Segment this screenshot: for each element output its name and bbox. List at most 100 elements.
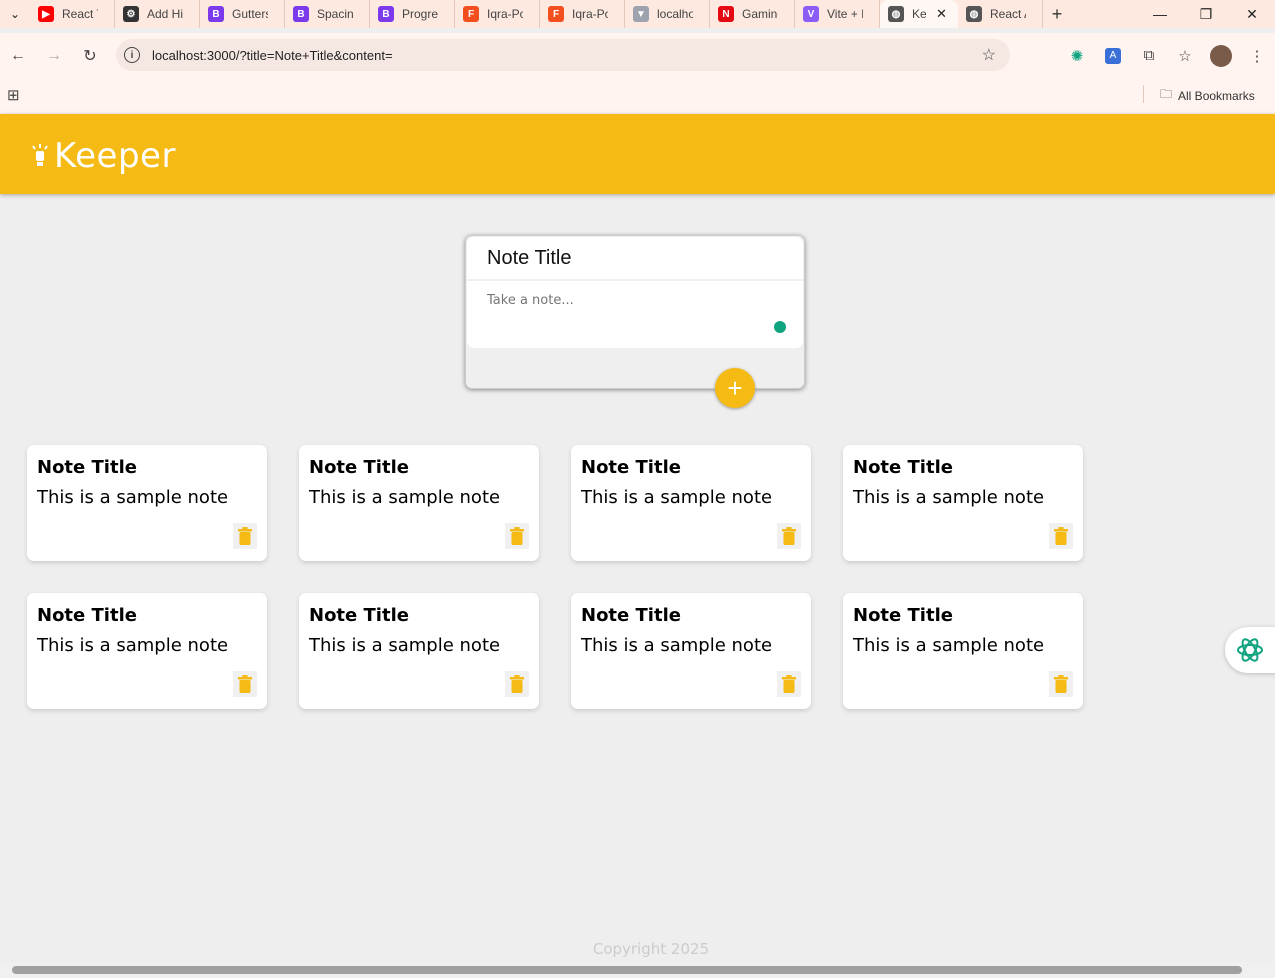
folder-icon: 🗀 (1160, 87, 1173, 101)
note-title: Note Title (853, 457, 953, 478)
minimize-button[interactable]: — (1137, 0, 1183, 28)
tab-title: localho (657, 7, 693, 21)
restore-button[interactable]: ❐ (1183, 0, 1229, 28)
trash-icon (510, 675, 524, 693)
note-content: This is a sample note (853, 635, 1045, 656)
browser-tab[interactable]: F Iqra-Po (455, 0, 540, 28)
address-bar[interactable]: i localhost:3000/?title=Note+Title&conte… (116, 39, 1010, 71)
note-content: This is a sample note (37, 487, 229, 508)
tab-favicon-icon: V (803, 6, 819, 22)
more-menu-icon[interactable]: ⋮ (1239, 47, 1275, 65)
delete-note-button[interactable] (505, 671, 529, 697)
tab-title: Spacing (317, 7, 353, 21)
openai-icon (1237, 638, 1263, 662)
all-bookmarks-button[interactable]: 🗀 All Bookmarks (1160, 85, 1255, 106)
tab-search-button[interactable]: ⌄ (0, 0, 30, 28)
browser-tab[interactable]: B Spacing (285, 0, 370, 28)
site-info-icon[interactable]: i (124, 47, 140, 63)
browser-tab[interactable]: ◍ Ke ✕ (880, 0, 958, 28)
bookmarks-bar: ⊞ 🗀 All Bookmarks (0, 78, 1275, 114)
note-title: Note Title (581, 457, 681, 478)
tab-title: Iqra-Po (487, 7, 523, 21)
new-tab-button[interactable]: + (1043, 4, 1071, 25)
note-content: This is a sample note (309, 487, 501, 508)
tab-favicon-icon: ▶ (38, 6, 54, 22)
tab-title: Gutters (232, 7, 268, 21)
tab-title: Add Hi (147, 7, 183, 21)
tab-title: React T (62, 7, 98, 21)
note-card: Note Title This is a sample note (843, 445, 1083, 561)
tab-favicon-icon: B (208, 6, 224, 22)
browser-tab[interactable]: ◍ React A (958, 0, 1043, 28)
close-tab-icon[interactable]: ✕ (936, 6, 947, 22)
trash-icon (510, 527, 524, 545)
back-button[interactable]: ← (0, 38, 36, 74)
browser-tab[interactable]: B Gutters (200, 0, 285, 28)
tab-favicon-icon: B (293, 6, 309, 22)
bulb-icon (32, 144, 48, 166)
tab-title: Progre (402, 7, 438, 21)
extension-icons: ✺ A ⧉ ☆ ⋮ (1059, 33, 1275, 78)
app-header: Keeper (0, 114, 1275, 194)
delete-note-button[interactable] (233, 671, 257, 697)
bookmarks-manager-icon[interactable]: ☆ (1167, 47, 1203, 65)
browser-toolbar: ← → ↻ i localhost:3000/?title=Note+Title… (0, 33, 1275, 78)
chatgpt-sidebar-button[interactable] (1225, 627, 1275, 673)
note-card: Note Title This is a sample note (27, 593, 267, 709)
note-card: Note Title This is a sample note (299, 445, 539, 561)
tab-favicon-icon: ▼ (633, 6, 649, 22)
note-card: Note Title This is a sample note (299, 593, 539, 709)
tab-favicon-icon: ⚙ (123, 6, 139, 22)
browser-tab[interactable]: ⚙ Add Hi (115, 0, 200, 28)
footer-copyright: Copyright 2025 (592, 940, 710, 958)
browser-tab[interactable]: B Progre (370, 0, 455, 28)
browser-tab[interactable]: F Iqra-Po (540, 0, 625, 28)
delete-note-button[interactable] (1049, 671, 1073, 697)
trash-icon (238, 675, 252, 693)
trash-icon (238, 527, 252, 545)
bookmarks-divider (1143, 85, 1144, 103)
trash-icon (782, 675, 796, 693)
translate-extension-icon[interactable]: A (1095, 47, 1131, 64)
forward-button[interactable]: → (36, 38, 72, 74)
tab-favicon-icon: F (548, 6, 564, 22)
note-content: This is a sample note (581, 635, 773, 656)
note-title: Note Title (581, 605, 681, 626)
delete-note-button[interactable] (777, 523, 801, 549)
note-title: Note Title (853, 605, 953, 626)
bookmark-star-icon[interactable]: ☆ (982, 45, 996, 65)
tab-title: Gaming (742, 7, 778, 21)
scrollbar-thumb[interactable] (12, 966, 1242, 974)
note-title-input[interactable] (467, 237, 803, 279)
note-content: This is a sample note (581, 487, 773, 508)
note-content: This is a sample note (37, 635, 229, 656)
extensions-puzzle-icon[interactable]: ⧉ (1131, 47, 1167, 64)
add-note-button[interactable]: + (715, 368, 755, 408)
note-content: This is a sample note (309, 635, 501, 656)
trash-icon (1054, 527, 1068, 545)
chatgpt-extension-icon[interactable]: ✺ (1059, 47, 1095, 65)
app-logo: Keeper (30, 136, 176, 176)
horizontal-scrollbar[interactable] (0, 962, 1275, 978)
browser-tab[interactable]: ▶ React T (30, 0, 115, 28)
browser-tab[interactable]: ▼ localho (625, 0, 710, 28)
close-window-button[interactable]: ✕ (1229, 0, 1275, 28)
profile-avatar[interactable] (1203, 44, 1239, 67)
note-title: Note Title (37, 605, 137, 626)
grammar-extension-indicator[interactable] (774, 321, 786, 333)
tab-title: Iqra-Po (572, 7, 608, 21)
apps-grid-icon[interactable]: ⊞ (7, 86, 20, 104)
create-note-form (465, 235, 805, 389)
note-title: Note Title (309, 605, 409, 626)
browser-tab[interactable]: V Vite + I (795, 0, 880, 28)
delete-note-button[interactable] (1049, 523, 1073, 549)
note-card: Note Title This is a sample note (27, 445, 267, 561)
delete-note-button[interactable] (777, 671, 801, 697)
note-content-input[interactable] (467, 280, 803, 348)
browser-tab[interactable]: N Gaming (710, 0, 795, 28)
delete-note-button[interactable] (233, 523, 257, 549)
note-content: This is a sample note (853, 487, 1045, 508)
all-bookmarks-label: All Bookmarks (1178, 88, 1255, 103)
reload-button[interactable]: ↻ (72, 38, 108, 74)
delete-note-button[interactable] (505, 523, 529, 549)
